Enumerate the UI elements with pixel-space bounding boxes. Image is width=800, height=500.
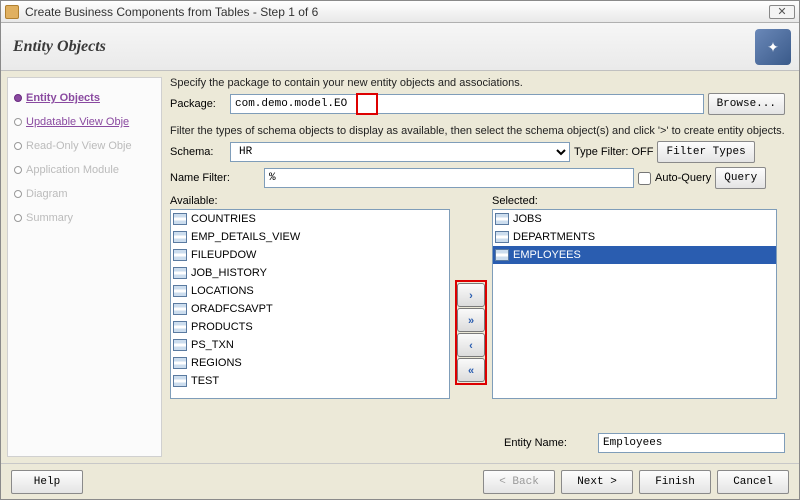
list-item[interactable]: DEPARTMENTS	[493, 228, 776, 246]
table-icon	[173, 375, 187, 387]
selected-label: Selected:	[492, 195, 777, 207]
list-item-label: LOCATIONS	[191, 285, 254, 297]
table-icon	[495, 231, 509, 243]
wizard-step-app-module: Application Module	[12, 158, 157, 182]
list-item-label: JOB_HISTORY	[191, 267, 267, 279]
move-all-left-button[interactable]: «	[457, 358, 485, 382]
list-item-label: JOBS	[513, 213, 542, 225]
table-icon	[173, 321, 187, 333]
query-button[interactable]: Query	[715, 167, 766, 189]
wizard-step-label: Updatable View Obje	[26, 116, 129, 128]
table-icon	[495, 249, 509, 261]
list-item[interactable]: REGIONS	[171, 354, 449, 372]
shuttle-buttons: › » ‹ «	[450, 195, 492, 427]
list-item-label: PS_TXN	[191, 339, 234, 351]
table-icon	[173, 267, 187, 279]
wizard-step-label: Application Module	[26, 164, 119, 176]
back-button: < Back	[483, 470, 555, 494]
list-item[interactable]: JOBS	[493, 210, 776, 228]
list-item[interactable]: PRODUCTS	[171, 318, 449, 336]
name-filter-label: Name Filter:	[170, 172, 260, 184]
cancel-button[interactable]: Cancel	[717, 470, 789, 494]
page-title: Entity Objects	[13, 38, 106, 56]
table-icon	[495, 213, 509, 225]
package-input[interactable]	[230, 94, 704, 114]
list-item-label: COUNTRIES	[191, 213, 256, 225]
highlight-annotation: › » ‹ «	[455, 280, 487, 385]
wizard-step-label: Read-Only View Obje	[26, 140, 132, 152]
move-all-right-button[interactable]: »	[457, 308, 485, 332]
table-icon	[173, 357, 187, 369]
app-icon	[5, 5, 19, 19]
auto-query-label: Auto-Query	[655, 172, 711, 184]
list-item-label: REGIONS	[191, 357, 242, 369]
schema-select[interactable]: HR	[230, 142, 570, 162]
table-icon	[173, 285, 187, 297]
wizard-step-summary: Summary	[12, 206, 157, 230]
table-icon	[173, 339, 187, 351]
help-button[interactable]: Help	[11, 470, 83, 494]
instruction-text: Specify the package to contain your new …	[170, 77, 785, 89]
move-right-button[interactable]: ›	[457, 283, 485, 307]
package-label: Package:	[170, 98, 226, 110]
header-decoration-icon	[755, 29, 791, 65]
next-button[interactable]: Next >	[561, 470, 633, 494]
table-icon	[173, 213, 187, 225]
header: Entity Objects	[1, 23, 799, 71]
wizard-steps-panel: Entity Objects Updatable View Obje Read-…	[7, 77, 162, 457]
table-icon	[173, 249, 187, 261]
list-item-label: ORADFCSAVPT	[191, 303, 273, 315]
list-item-label: EMPLOYEES	[513, 249, 581, 261]
list-item-label: PRODUCTS	[191, 321, 253, 333]
list-item[interactable]: LOCATIONS	[171, 282, 449, 300]
titlebar: Create Business Components from Tables -…	[1, 1, 799, 23]
table-icon	[173, 303, 187, 315]
instruction-text-2: Filter the types of schema objects to di…	[170, 125, 785, 137]
close-icon[interactable]: ✕	[769, 5, 795, 19]
table-icon	[173, 231, 187, 243]
auto-query-checkbox[interactable]	[638, 172, 651, 185]
list-item-label: EMP_DETAILS_VIEW	[191, 231, 300, 243]
main-panel: Specify the package to contain your new …	[162, 77, 793, 457]
wizard-window: Create Business Components from Tables -…	[0, 0, 800, 500]
list-item-label: FILEUPDOW	[191, 249, 256, 261]
available-label: Available:	[170, 195, 450, 207]
window-title: Create Business Components from Tables -…	[25, 5, 769, 19]
wizard-step-entity-objects[interactable]: Entity Objects	[12, 86, 157, 110]
footer: Help < Back Next > Finish Cancel	[1, 463, 799, 499]
move-left-button[interactable]: ‹	[457, 333, 485, 357]
filter-types-button[interactable]: Filter Types	[657, 141, 754, 163]
wizard-step-diagram: Diagram	[12, 182, 157, 206]
list-item-label: TEST	[191, 375, 219, 387]
wizard-step-readonly-view: Read-Only View Obje	[12, 134, 157, 158]
entity-name-input[interactable]	[598, 433, 785, 453]
type-filter-label: Type Filter: OFF	[574, 146, 653, 158]
finish-button[interactable]: Finish	[639, 470, 711, 494]
list-item[interactable]: EMPLOYEES	[493, 246, 776, 264]
wizard-step-updatable-view[interactable]: Updatable View Obje	[12, 110, 157, 134]
wizard-step-label: Summary	[26, 212, 73, 224]
schema-label: Schema:	[170, 146, 226, 158]
wizard-step-label: Diagram	[26, 188, 68, 200]
name-filter-input[interactable]	[264, 168, 634, 188]
entity-name-label: Entity Name:	[504, 437, 594, 449]
list-item[interactable]: EMP_DETAILS_VIEW	[171, 228, 449, 246]
available-listbox[interactable]: COUNTRIES EMP_DETAILS_VIEW FILEUPDOW JOB_HI…	[170, 209, 450, 399]
list-item[interactable]: COUNTRIES	[171, 210, 449, 228]
list-item[interactable]: ORADFCSAVPT	[171, 300, 449, 318]
list-item[interactable]: TEST	[171, 372, 449, 390]
browse-button[interactable]: Browse...	[708, 93, 785, 115]
selected-listbox[interactable]: JOBS DEPARTMENTS EMPLOYEES	[492, 209, 777, 399]
list-item[interactable]: PS_TXN	[171, 336, 449, 354]
list-item[interactable]: FILEUPDOW	[171, 246, 449, 264]
list-item[interactable]: JOB_HISTORY	[171, 264, 449, 282]
wizard-step-label: Entity Objects	[26, 92, 100, 104]
list-item-label: DEPARTMENTS	[513, 231, 595, 243]
